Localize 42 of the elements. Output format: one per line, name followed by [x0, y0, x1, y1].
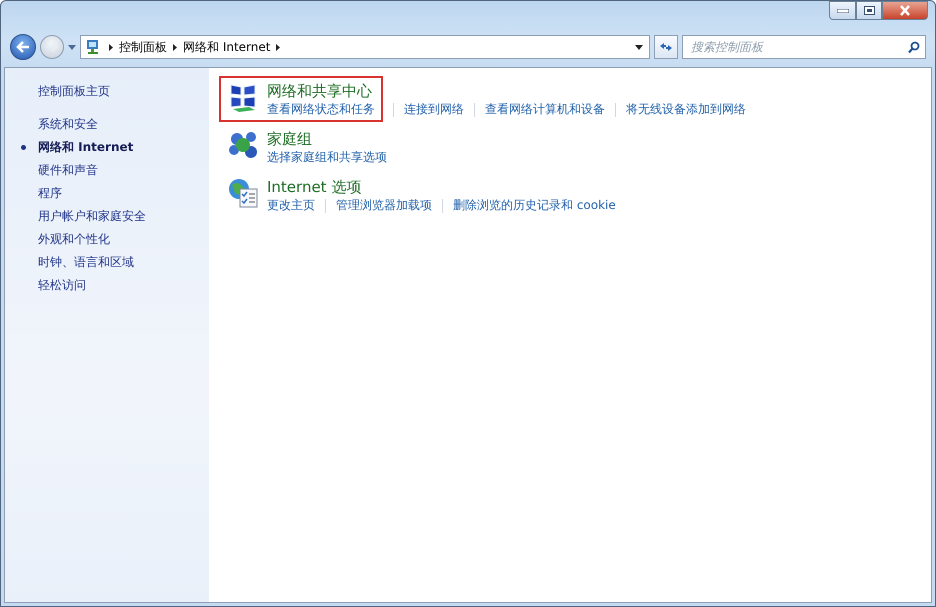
back-arrow-icon: [16, 41, 30, 53]
sidebar-item[interactable]: 硬件和声音: [21, 159, 209, 182]
homegroup-spheres-icon[interactable]: [227, 129, 259, 161]
close-button[interactable]: [882, 1, 928, 20]
address-bar[interactable]: 控制面板 网络和 Internet: [80, 35, 650, 59]
refresh-icon: [659, 41, 673, 53]
breadcrumb-arrow-icon[interactable]: [173, 44, 177, 50]
category-title-link[interactable]: 网络和共享中心: [267, 81, 372, 101]
task-link[interactable]: 连接到网络: [404, 101, 464, 118]
task-link[interactable]: 选择家庭组和共享选项: [267, 149, 387, 166]
task-link[interactable]: 查看网络状态和任务: [267, 101, 375, 118]
sidebar-item[interactable]: 用户帐户和家庭安全: [21, 205, 209, 228]
task-link[interactable]: 管理浏览器加载项: [336, 197, 432, 214]
refresh-button[interactable]: [654, 35, 678, 59]
control-panel-icon: [85, 39, 101, 55]
close-icon: [899, 5, 911, 16]
back-button[interactable]: [10, 34, 36, 60]
breadcrumb-item[interactable]: 控制面板: [119, 38, 167, 56]
search-icon[interactable]: [908, 41, 920, 54]
maximize-button[interactable]: [856, 1, 882, 20]
sidebar-item[interactable]: 系统和安全: [21, 113, 209, 136]
sidebar-item[interactable]: 外观和个性化: [21, 228, 209, 251]
task-link[interactable]: 将无线设备添加到网络: [626, 101, 746, 118]
sidebar-item[interactable]: 程序: [21, 182, 209, 205]
breadcrumb-arrow-icon[interactable]: [109, 44, 113, 50]
task-link[interactable]: 更改主页: [267, 197, 315, 214]
sidebar-item[interactable]: 轻松访问: [21, 274, 209, 297]
globe-checklist-icon[interactable]: [227, 177, 259, 209]
dropdown-arrow-icon[interactable]: [635, 44, 643, 50]
sidebar-item[interactable]: 时钟、语言和区域: [21, 251, 209, 274]
category-title-link[interactable]: 家庭组: [267, 129, 312, 149]
breadcrumb-arrow-icon[interactable]: [276, 44, 280, 50]
minimize-icon: [836, 8, 848, 12]
maximize-icon: [864, 6, 874, 15]
minimize-button[interactable]: [829, 1, 856, 20]
search-field[interactable]: 搜索控制面板: [682, 35, 926, 59]
task-link[interactable]: 查看网络计算机和设备: [485, 101, 605, 118]
task-link[interactable]: 删除浏览的历史记录和 cookie: [453, 197, 616, 214]
sidebar-item[interactable]: 网络和 Internet: [21, 136, 209, 159]
category-title-link[interactable]: Internet 选项: [267, 177, 362, 197]
breadcrumb-item[interactable]: 网络和 Internet: [183, 38, 270, 56]
sidebar-link[interactable]: 控制面板主页: [21, 80, 209, 103]
